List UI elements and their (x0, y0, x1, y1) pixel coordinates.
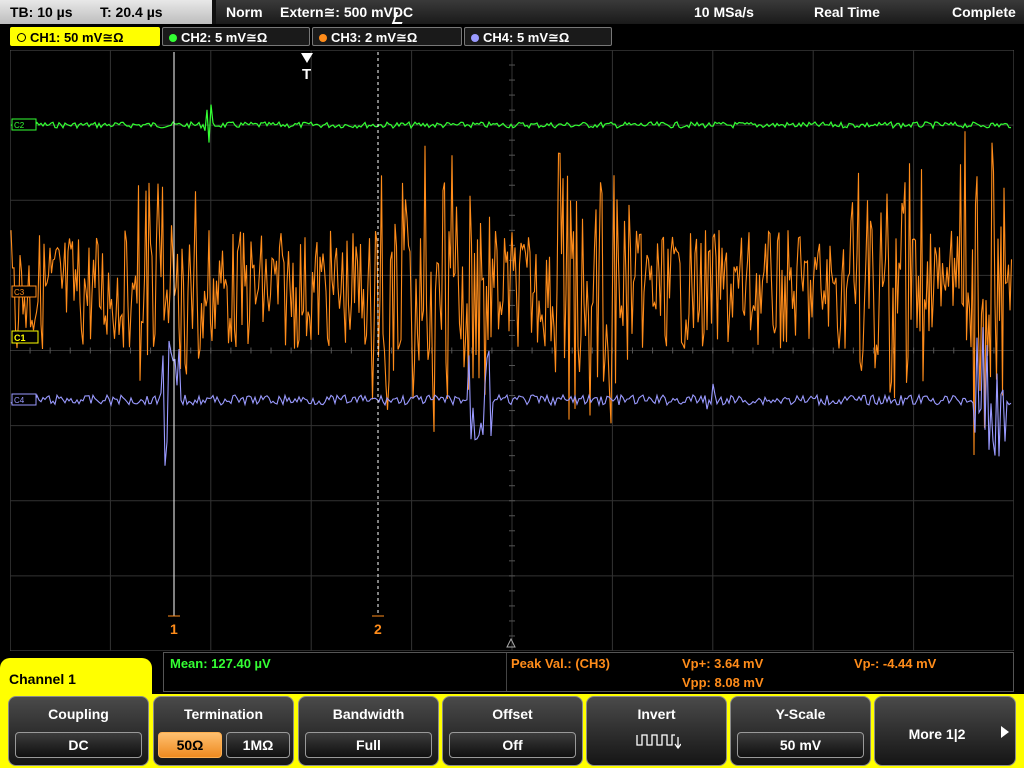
tab-ch3[interactable]: CH3: 2 mV≅Ω (312, 27, 462, 46)
vp-plus-measurement: Vp+: 3.64 mV (682, 656, 764, 671)
channel-dot-icon (319, 34, 327, 42)
channel-dot-icon (17, 33, 26, 42)
yscale-softkey[interactable]: Y-Scale 50 mV (730, 696, 871, 766)
more-title: More 1|2 (908, 726, 966, 742)
channel-menu-title: Channel 1 (9, 671, 76, 687)
trigger-source-group: Extern≅: 500 mV DC (280, 4, 413, 24)
bandwidth-value: Full (305, 732, 432, 758)
svg-text:C2: C2 (14, 121, 25, 130)
invert-title: Invert (637, 706, 676, 722)
sample-rate: 10 MSa/s (694, 4, 754, 20)
trigger-marker: T (302, 66, 311, 83)
yscale-value: 50 mV (737, 732, 864, 758)
svg-text:C1: C1 (14, 333, 26, 343)
timebase-box[interactable]: TB: 10 µs T: 20.4 µs (0, 0, 212, 24)
channel-menu-tab: Channel 1 (0, 658, 152, 698)
ch2-level-marker[interactable]: C2 (11, 118, 37, 131)
bandwidth-softkey[interactable]: Bandwidth Full (298, 696, 439, 766)
coupling-softkey[interactable]: Coupling DC (8, 696, 149, 766)
ch4-level-marker[interactable]: C4 (11, 393, 37, 406)
ch1-level-marker[interactable]: C1 (11, 330, 39, 344)
offset-value: Off (449, 732, 576, 758)
termination-softkey[interactable]: Termination 50Ω 1MΩ (153, 696, 294, 766)
acquisition-state: Complete (952, 4, 1016, 20)
svg-text:C3: C3 (14, 288, 25, 297)
svg-text:C4: C4 (14, 396, 25, 405)
mean-measurement: Mean: 127.40 µV (170, 656, 271, 671)
invert-waveform-icon (636, 734, 681, 750)
tab-ch4[interactable]: CH4: 5 mV≅Ω (464, 27, 612, 46)
status-bar: TB: 10 µs T: 20.4 µs Norm Extern≅: 500 m… (0, 0, 1024, 24)
waveform-display[interactable]: 1 2 T C2 C3 C1 C4 (10, 50, 1014, 651)
vpp-measurement: Vpp: 8.08 mV (682, 675, 764, 690)
timebase-readout: TB: 10 µs (10, 4, 73, 20)
peak-label: Peak Val.: (CH3) (511, 656, 610, 671)
yscale-title: Y-Scale (775, 706, 826, 722)
coupling-value: DC (15, 732, 142, 758)
tab-ch1-label: CH1: 50 mV≅Ω (30, 30, 124, 45)
softkey-bar: Coupling DC Termination 50Ω 1MΩ Bandwidt… (0, 694, 1024, 768)
trigger-box[interactable]: Norm Extern≅: 500 mV DC 10 MSa/s Real Tim… (216, 0, 1024, 24)
acquisition-mode: Real Time (814, 4, 880, 20)
tab-ch2[interactable]: CH2: 5 mV≅Ω (162, 27, 310, 46)
offset-softkey[interactable]: Offset Off (442, 696, 583, 766)
waveform-svg: 1 2 T C2 C3 C1 C4 (10, 50, 1014, 651)
tab-ch3-label: CH3: 2 mV≅Ω (331, 30, 418, 45)
measurement-panel[interactable]: Mean: 127.40 µV Peak Val.: (CH3) Vp+: 3.… (163, 652, 1014, 692)
trigger-time-readout: T: 20.4 µs (100, 4, 163, 20)
trigger-source: Extern≅: 500 mV (280, 4, 393, 20)
cursor-1-label: 1 (170, 621, 178, 637)
bandwidth-title: Bandwidth (332, 706, 405, 722)
more-softkey[interactable]: More 1|2 (874, 696, 1016, 766)
ch3-level-marker[interactable]: C3 (11, 285, 37, 298)
invert-softkey[interactable]: Invert (586, 696, 727, 766)
tab-ch2-label: CH2: 5 mV≅Ω (181, 30, 268, 45)
divider (506, 653, 507, 691)
vp-minus-measurement: Vp-: -4.44 mV (854, 656, 937, 671)
termination-1mohm-option[interactable]: 1MΩ (226, 732, 290, 758)
channel-tabs: CH1: 50 mV≅Ω CH2: 5 mV≅Ω CH3: 2 mV≅Ω CH4… (0, 27, 1024, 48)
arrow-right-icon (1001, 726, 1009, 738)
tab-ch1[interactable]: CH1: 50 mV≅Ω (10, 27, 160, 46)
coupling-title: Coupling (48, 706, 109, 722)
cursor-2-label: 2 (374, 621, 382, 637)
channel-dot-icon (169, 34, 177, 42)
trigger-mode: Norm (226, 4, 263, 20)
channel-dot-icon (471, 34, 479, 42)
tab-ch4-label: CH4: 5 mV≅Ω (483, 30, 570, 45)
offset-title: Offset (492, 706, 533, 722)
termination-50ohm-option[interactable]: 50Ω (158, 732, 222, 758)
termination-title: Termination (183, 706, 264, 722)
